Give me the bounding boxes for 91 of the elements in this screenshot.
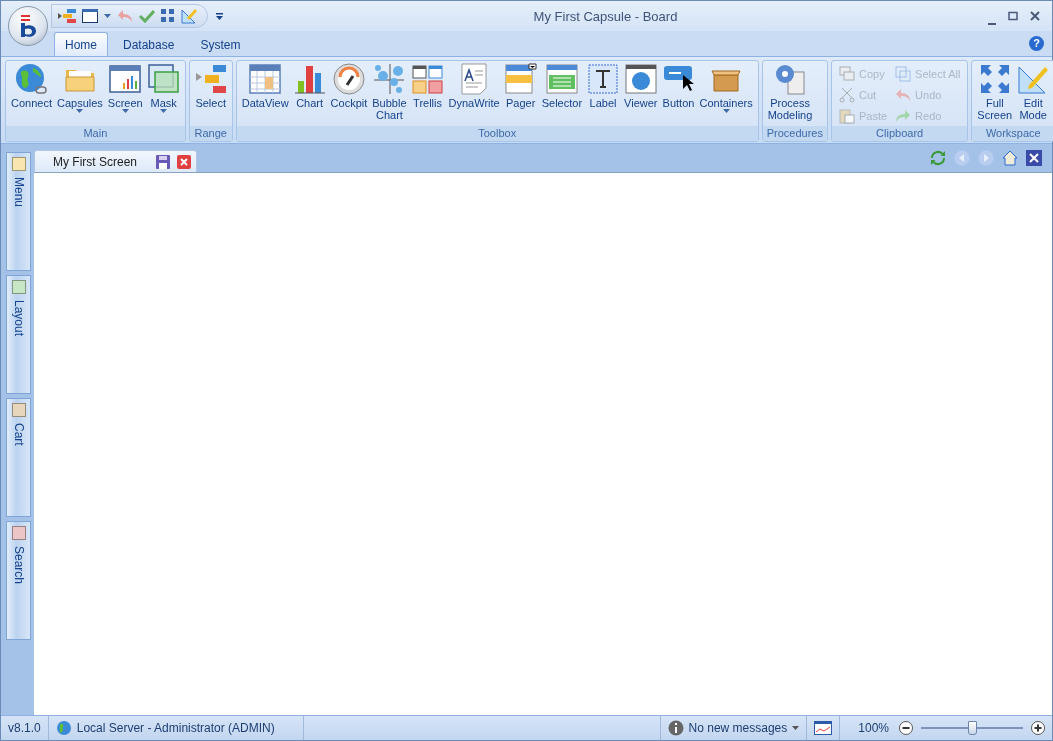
- caret-icon: [792, 726, 800, 730]
- ribbon-button[interactable]: Chart: [291, 63, 328, 126]
- zoom-text: 100%: [858, 721, 889, 735]
- ribbon-button[interactable]: Screen: [105, 63, 145, 126]
- select-icon: [194, 63, 227, 95]
- caret-icon: [76, 109, 84, 113]
- window-title: My First Capsule - Board: [532, 8, 679, 24]
- logo-icon: [18, 15, 38, 37]
- ribbon-button[interactable]: Label: [585, 63, 622, 126]
- help-button[interactable]: ?: [1029, 36, 1044, 51]
- refresh-icon: [930, 150, 946, 166]
- home-icon: [1002, 150, 1018, 166]
- caret-icon: [722, 109, 730, 113]
- customize-caret-icon: [216, 13, 223, 21]
- ribbon-button[interactable]: Edit Mode: [1015, 63, 1052, 126]
- side-panel-tab[interactable]: Search: [6, 521, 31, 640]
- grid-icon: [161, 9, 175, 23]
- ribbon-tab[interactable]: System: [189, 32, 252, 56]
- ribbon-button[interactable]: Bubble Chart: [370, 63, 409, 126]
- pager-icon: [504, 63, 537, 95]
- globe-icon: [15, 63, 48, 95]
- ribbon-button[interactable]: Pager: [502, 63, 539, 126]
- ribbon-button[interactable]: Selector: [539, 63, 585, 126]
- expand-icon: [978, 63, 1011, 95]
- group-label: Range: [189, 126, 232, 141]
- caret-icon: [104, 14, 111, 18]
- caret-icon: [121, 109, 129, 113]
- window-icon: [147, 63, 180, 95]
- info-icon: [667, 720, 684, 736]
- screen-icon: [109, 63, 142, 95]
- chart-window-icon: [814, 721, 833, 735]
- document-tab[interactable]: My First Screen: [34, 150, 197, 172]
- group-label: Procedures: [762, 126, 827, 141]
- list-icon: [545, 63, 578, 95]
- viewer-icon: [624, 63, 657, 95]
- ribbon-button[interactable]: Mask: [145, 63, 182, 126]
- group-label: Toolbox: [236, 126, 758, 141]
- zoom-slider-thumb[interactable]: [968, 721, 977, 735]
- minimize-icon: [988, 22, 996, 25]
- side-panel-tab[interactable]: Cart: [6, 398, 31, 517]
- ribbon-tab[interactable]: Database: [112, 32, 186, 56]
- ribbon-button[interactable]: Button: [660, 63, 697, 126]
- save-icon: [156, 154, 170, 169]
- text-frame-icon: [587, 63, 620, 95]
- group-label: Clipboard: [831, 126, 968, 141]
- ribbon-button[interactable]: DynaWrite: [446, 63, 502, 126]
- scissors-icon: [838, 86, 855, 103]
- close-icon: [177, 154, 191, 169]
- ribbon-button[interactable]: Viewer: [622, 63, 660, 126]
- ribbon-button[interactable]: Full Screen: [975, 63, 1015, 126]
- document-tab-label: My First Screen: [53, 154, 137, 169]
- close-icon: [1030, 11, 1040, 21]
- zoom-out-icon: [899, 721, 913, 735]
- ribbon-button[interactable]: Process Modeling: [765, 63, 815, 126]
- app-menu-button[interactable]: [8, 6, 48, 46]
- select-icon: [58, 8, 76, 24]
- gauge-icon: [332, 63, 365, 95]
- ribbon-button[interactable]: Cockpit: [328, 63, 370, 126]
- grid-icon: [249, 63, 282, 95]
- bubble-chart-icon: [373, 63, 406, 95]
- side-panel-tab[interactable]: Menu: [6, 152, 31, 271]
- caret-icon: [160, 109, 168, 113]
- ribbon-tab[interactable]: Home: [54, 32, 108, 56]
- ribbon-button[interactable]: Trellis: [409, 63, 446, 126]
- undo-icon: [117, 9, 133, 23]
- bar-chart-icon: [293, 63, 326, 95]
- maximize-icon: [1008, 11, 1018, 21]
- paste-icon: [838, 107, 855, 124]
- trellis-icon: [411, 63, 444, 95]
- zoom-in-icon: [1031, 721, 1045, 735]
- back-icon: [954, 150, 970, 166]
- close-window-icon: [1026, 150, 1042, 166]
- redo-icon: [895, 107, 912, 124]
- check-icon: [139, 9, 155, 23]
- forward-icon: [978, 150, 994, 166]
- copy-icon: [838, 65, 855, 82]
- ribbon-button[interactable]: Containers: [697, 63, 755, 126]
- messages-text[interactable]: No new messages: [688, 721, 788, 735]
- ruler-pencil-icon: [181, 8, 197, 24]
- ribbon-button[interactable]: Select: [192, 63, 229, 126]
- server-text: Local Server - Administrator (ADMIN): [76, 721, 275, 735]
- group-label: Workspace: [972, 126, 1053, 141]
- window-icon: [82, 9, 98, 23]
- group-label: Main: [6, 126, 185, 141]
- side-panel-tab[interactable]: Layout: [6, 275, 31, 394]
- select-all-icon: [895, 65, 912, 82]
- version-text: v8.1.0: [8, 721, 41, 735]
- globe-icon: [55, 720, 72, 736]
- ribbon-button[interactable]: Connect: [9, 63, 54, 126]
- ribbon-button[interactable]: DataView: [239, 63, 291, 126]
- ribbon-button[interactable]: Capsules: [55, 63, 105, 126]
